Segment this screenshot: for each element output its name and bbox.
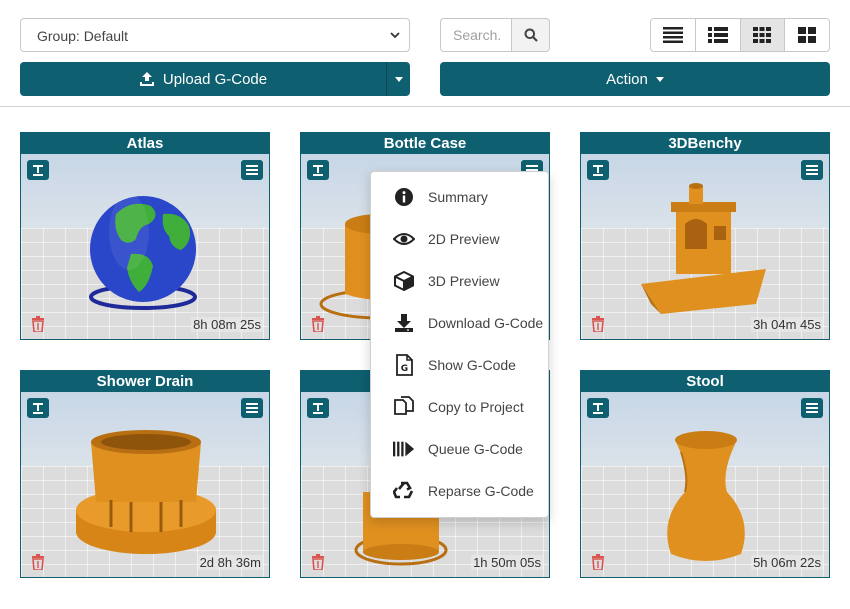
menu-item-label: 3D Preview (428, 273, 500, 289)
detail-list-icon (707, 27, 728, 43)
card-thumbnail: 3h 04m 45s (581, 154, 829, 339)
upload-dropdown-toggle[interactable] (386, 62, 410, 96)
upload-gcode-label: Upload G-Code (162, 70, 268, 88)
print-icon-button[interactable] (307, 160, 329, 180)
view-large-grid-button[interactable] (785, 19, 829, 51)
card-title: 3DBenchy (581, 133, 829, 154)
printer-icon (593, 165, 603, 176)
queue-icon (393, 438, 415, 460)
card-menu-button[interactable] (241, 160, 263, 180)
list-icon (662, 27, 683, 43)
copy-icon (393, 396, 415, 418)
printer-icon (33, 165, 43, 176)
card-title: Atlas (21, 133, 269, 154)
search-input[interactable] (440, 18, 512, 52)
trash-icon[interactable] (31, 554, 45, 570)
view-toggle-group (650, 18, 830, 52)
print-icon-button[interactable] (27, 160, 49, 180)
printer-icon (593, 403, 603, 414)
card-menu-button[interactable] (241, 398, 263, 418)
trash-icon[interactable] (591, 316, 605, 332)
trash-icon[interactable] (311, 554, 325, 570)
menu-item-label: Copy to Project (428, 399, 524, 415)
print-time: 1h 50m 05s (471, 555, 543, 570)
stool-model (667, 431, 745, 561)
trash-icon[interactable] (31, 316, 45, 332)
group-select[interactable]: Group: Default (20, 18, 410, 52)
grid-large-icon (798, 27, 817, 43)
caret-down-icon (394, 76, 403, 82)
card-title: Shower Drain (21, 371, 269, 392)
printer-icon (313, 165, 323, 176)
card-title: Stool (581, 371, 829, 392)
action-label: Action (606, 70, 648, 88)
print-time: 2d 8h 36m (197, 555, 263, 570)
menu-item-2d-preview[interactable]: 2D Preview (371, 218, 548, 260)
benchy-model (641, 183, 766, 314)
svg-text:G: G (401, 364, 408, 374)
menu-item-label: Show G-Code (428, 357, 516, 373)
upload-gcode-button[interactable]: Upload G-Code (20, 62, 386, 96)
menu-item-3d-preview[interactable]: 3D Preview (371, 260, 548, 302)
eye-icon (393, 228, 415, 250)
printer-icon (33, 403, 43, 414)
card-context-menu: Summary 2D Preview 3D Preview Download G… (370, 171, 549, 518)
menu-icon (246, 165, 258, 175)
globe-model (89, 194, 197, 310)
grid-small-icon (753, 27, 772, 43)
printer-icon (313, 403, 323, 414)
card-title: Bottle Case (301, 133, 549, 154)
print-icon-button[interactable] (587, 160, 609, 180)
print-time: 5h 06m 22s (751, 555, 823, 570)
file-g-icon: G (393, 354, 415, 376)
gcode-card[interactable]: 3DBenchy 3h 04m 45s (580, 132, 830, 340)
action-button[interactable]: Action (440, 62, 830, 96)
recycle-icon (393, 480, 415, 502)
gcode-card[interactable]: Shower Drain 2d 8h 36m (20, 370, 270, 578)
print-time: 3h 04m 45s (751, 317, 823, 332)
print-time: 8h 08m 25s (191, 317, 263, 332)
view-list-button[interactable] (651, 19, 696, 51)
menu-item-label: Summary (428, 189, 488, 205)
print-icon-button[interactable] (27, 398, 49, 418)
view-grid-button[interactable] (740, 19, 786, 51)
cube-icon (393, 270, 415, 292)
group-select-value: Group: Default (37, 28, 129, 44)
menu-item-copy-to-project[interactable]: Copy to Project (371, 386, 548, 428)
caret-down-icon (655, 76, 664, 82)
trash-icon[interactable] (591, 554, 605, 570)
menu-icon (806, 165, 818, 175)
print-icon-button[interactable] (587, 398, 609, 418)
search-icon (524, 28, 538, 42)
menu-item-download-gcode[interactable]: Download G-Code (371, 302, 548, 344)
card-thumbnail: 8h 08m 25s (21, 154, 269, 339)
download-icon (393, 312, 415, 334)
menu-item-summary[interactable]: Summary (371, 176, 548, 218)
menu-item-label: Download G-Code (428, 315, 544, 331)
search-button[interactable] (511, 18, 550, 52)
view-detail-list-button[interactable] (695, 19, 741, 51)
upload-icon (139, 72, 154, 86)
menu-item-queue-gcode[interactable]: Queue G-Code (371, 428, 548, 470)
menu-item-label: Reparse G-Code (428, 483, 534, 499)
info-icon (393, 186, 415, 208)
menu-item-reparse-gcode[interactable]: Reparse G-Code (371, 470, 548, 512)
gcode-card[interactable]: Atlas 8h 08m 25s (20, 132, 270, 340)
card-thumbnail: 2d 8h 36m (21, 392, 269, 577)
menu-icon (246, 403, 258, 413)
menu-icon (806, 403, 818, 413)
trash-icon[interactable] (311, 316, 325, 332)
print-icon-button[interactable] (307, 398, 329, 418)
shower-drain-model (76, 430, 216, 554)
gcode-card[interactable]: Stool 5h 06m 22s (580, 370, 830, 578)
card-menu-button[interactable] (801, 160, 823, 180)
toolbar: Group: Default Upload G-Code Action (0, 0, 850, 107)
card-menu-button[interactable] (801, 398, 823, 418)
menu-item-show-gcode[interactable]: G Show G-Code (371, 344, 548, 386)
menu-item-label: 2D Preview (428, 231, 500, 247)
menu-item-label: Queue G-Code (428, 441, 523, 457)
chevron-down-icon (390, 32, 400, 39)
card-thumbnail: 5h 06m 22s (581, 392, 829, 577)
